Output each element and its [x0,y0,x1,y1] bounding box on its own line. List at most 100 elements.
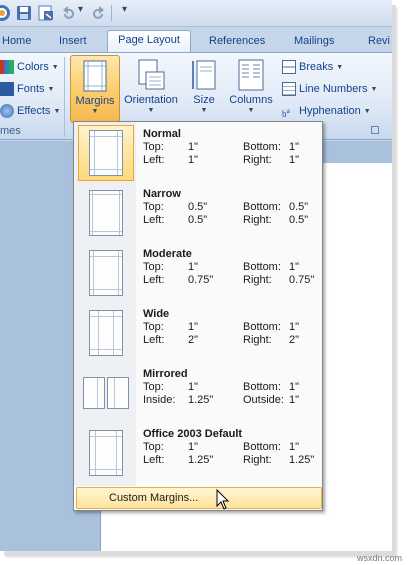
chevron-down-icon: ▼ [247,107,255,114]
theme-colors-button[interactable]: Colors ▼ [0,57,59,77]
margin-value: 2" [188,334,199,346]
margin-value: 0.75" [188,274,214,286]
breaks-button[interactable]: Breaks ▼ [282,57,343,77]
margin-side-label: Top: [143,141,164,153]
save-as-pdf-icon[interactable] [38,5,54,21]
margin-side-label: Bottom: [243,381,281,393]
margin-guide-line [90,256,122,257]
margin-side-label: Right: [243,154,272,166]
undo-dropdown-icon[interactable]: ▾ [78,4,83,15]
size-button[interactable]: Size ▼ [188,55,220,125]
margin-side-label: Bottom: [243,201,281,213]
tab-home[interactable]: Home [0,32,35,52]
margin-value: 1" [289,141,300,153]
columns-icon [238,59,264,91]
save-icon[interactable] [16,5,32,21]
preset-name: Narrow [143,188,181,200]
margin-side-label: Left: [143,214,165,226]
margin-thumbnail-icon [78,245,134,301]
margin-guide-line [90,469,122,470]
hyphenation-icon: ba [282,106,290,119]
chevron-down-icon: ▼ [147,107,155,114]
margin-side-label: Left: [143,454,165,466]
margin-value: 1" [188,321,199,333]
margin-guide-line [97,378,98,408]
custom-margins-menu-item[interactable]: Custom Margins... [76,487,322,509]
margin-preset-item[interactable]: Wide Top: 1" Bottom: 1" Left: 2" Right: 2" [76,304,322,362]
theme-colors-label: Colors [17,61,49,73]
margin-preset-item[interactable]: Normal Top: 1" Bottom: 1" Left: 1" Right: 1" [76,124,322,182]
tab-insert[interactable]: Insert [55,32,91,52]
page-thumbnail [89,190,123,236]
line-numbers-label: Line Numbers [299,83,368,95]
breaks-label: Breaks [299,61,334,73]
page-size-icon [192,60,216,90]
theme-fonts-label: Fonts [17,83,45,95]
page-thumbnail [107,377,129,409]
margin-guide-line [114,378,115,408]
margin-value: 1" [289,441,300,453]
margin-thumbnail-icon [78,365,134,421]
mouse-pointer-icon [216,489,230,510]
margin-value: 0.5" [188,214,208,226]
size-label: Size [193,94,215,106]
margin-side-label: Right: [243,454,272,466]
margin-preset-item[interactable]: Office 2003 Default Top: 1" Bottom: 1" Left: 1… [76,424,322,482]
tab-page-layout[interactable]: Page Layout [107,30,191,52]
tab-references[interactable]: References [205,32,269,52]
themes-group-label: mes [0,125,21,137]
colors-icon [0,60,14,74]
margin-side-label: Left: [143,274,165,286]
page-thumbnail [89,130,123,176]
margin-value: 1" [188,441,199,453]
orientation-button[interactable]: Orientation ▼ [120,55,182,125]
tab-review[interactable]: Revi [364,32,392,52]
theme-fonts-button[interactable]: Fonts ▼ [0,79,54,99]
margins-button[interactable]: Margins ▼ [70,55,120,123]
margin-side-label: Top: [143,201,164,213]
hyphenation-label: Hyphenation [299,105,361,117]
margin-preset-item[interactable]: Mirrored Top: 1" Bottom: 1" Inside: 1.25" Outsi… [76,364,322,422]
customize-qat-icon[interactable]: ▾ [122,4,127,15]
preset-name: Moderate [143,248,192,260]
hyphenation-button[interactable]: ba Hyphenation ▼ [282,101,371,121]
columns-label: Columns [229,94,273,106]
theme-effects-button[interactable]: Effects ▼ [0,101,60,121]
columns-button[interactable]: Columns ▼ [226,55,276,125]
margin-value: 1" [188,261,199,273]
chevron-down-icon: ▼ [336,63,344,71]
margin-value: 1.25" [188,454,214,466]
line-numbers-button[interactable]: Line Numbers ▼ [282,79,377,99]
orientation-icon [138,59,165,90]
margin-value: 1" [188,381,199,393]
margin-guide-line [90,231,122,232]
margin-preset-item[interactable]: Narrow Top: 0.5" Bottom: 0.5" Left: 0.5" Right:… [76,184,322,242]
fonts-icon [0,82,14,96]
margin-value: 1" [289,261,300,273]
margin-value: 1" [289,394,300,406]
margin-value: 1" [188,154,199,166]
word-app-icon[interactable] [0,5,10,21]
page-thumbnail [89,430,123,476]
margin-guide-line [90,289,122,290]
margin-thumbnail-icon [78,425,134,481]
margin-guide-line [90,136,122,137]
margin-value: 1.25" [188,394,214,406]
margin-guide-line [90,194,122,195]
chevron-down-icon: ▼ [91,108,99,115]
margin-thumbnail-icon [78,185,134,241]
tab-mailings[interactable]: Mailings [290,32,338,52]
redo-icon[interactable] [91,5,107,21]
margin-side-label: Inside: [143,394,176,406]
preset-name: Mirrored [143,368,188,380]
chevron-down-icon: ▼ [370,85,378,93]
breaks-icon [282,60,296,74]
margin-side-label: Right: [243,334,272,346]
margin-side-label: Left: [143,154,165,166]
margin-value: 1" [289,321,300,333]
margin-preset-item[interactable]: Moderate Top: 1" Bottom: 1" Left: 0.75" Right: 0… [76,244,322,302]
effects-icon [0,104,14,118]
undo-icon[interactable] [60,5,76,21]
margins-dropdown-menu: Normal Top: 1" Bottom: 1" Left: 1" Right: 1" Narr… [73,121,323,511]
page-setup-dialog-launcher-icon[interactable] [371,126,379,134]
